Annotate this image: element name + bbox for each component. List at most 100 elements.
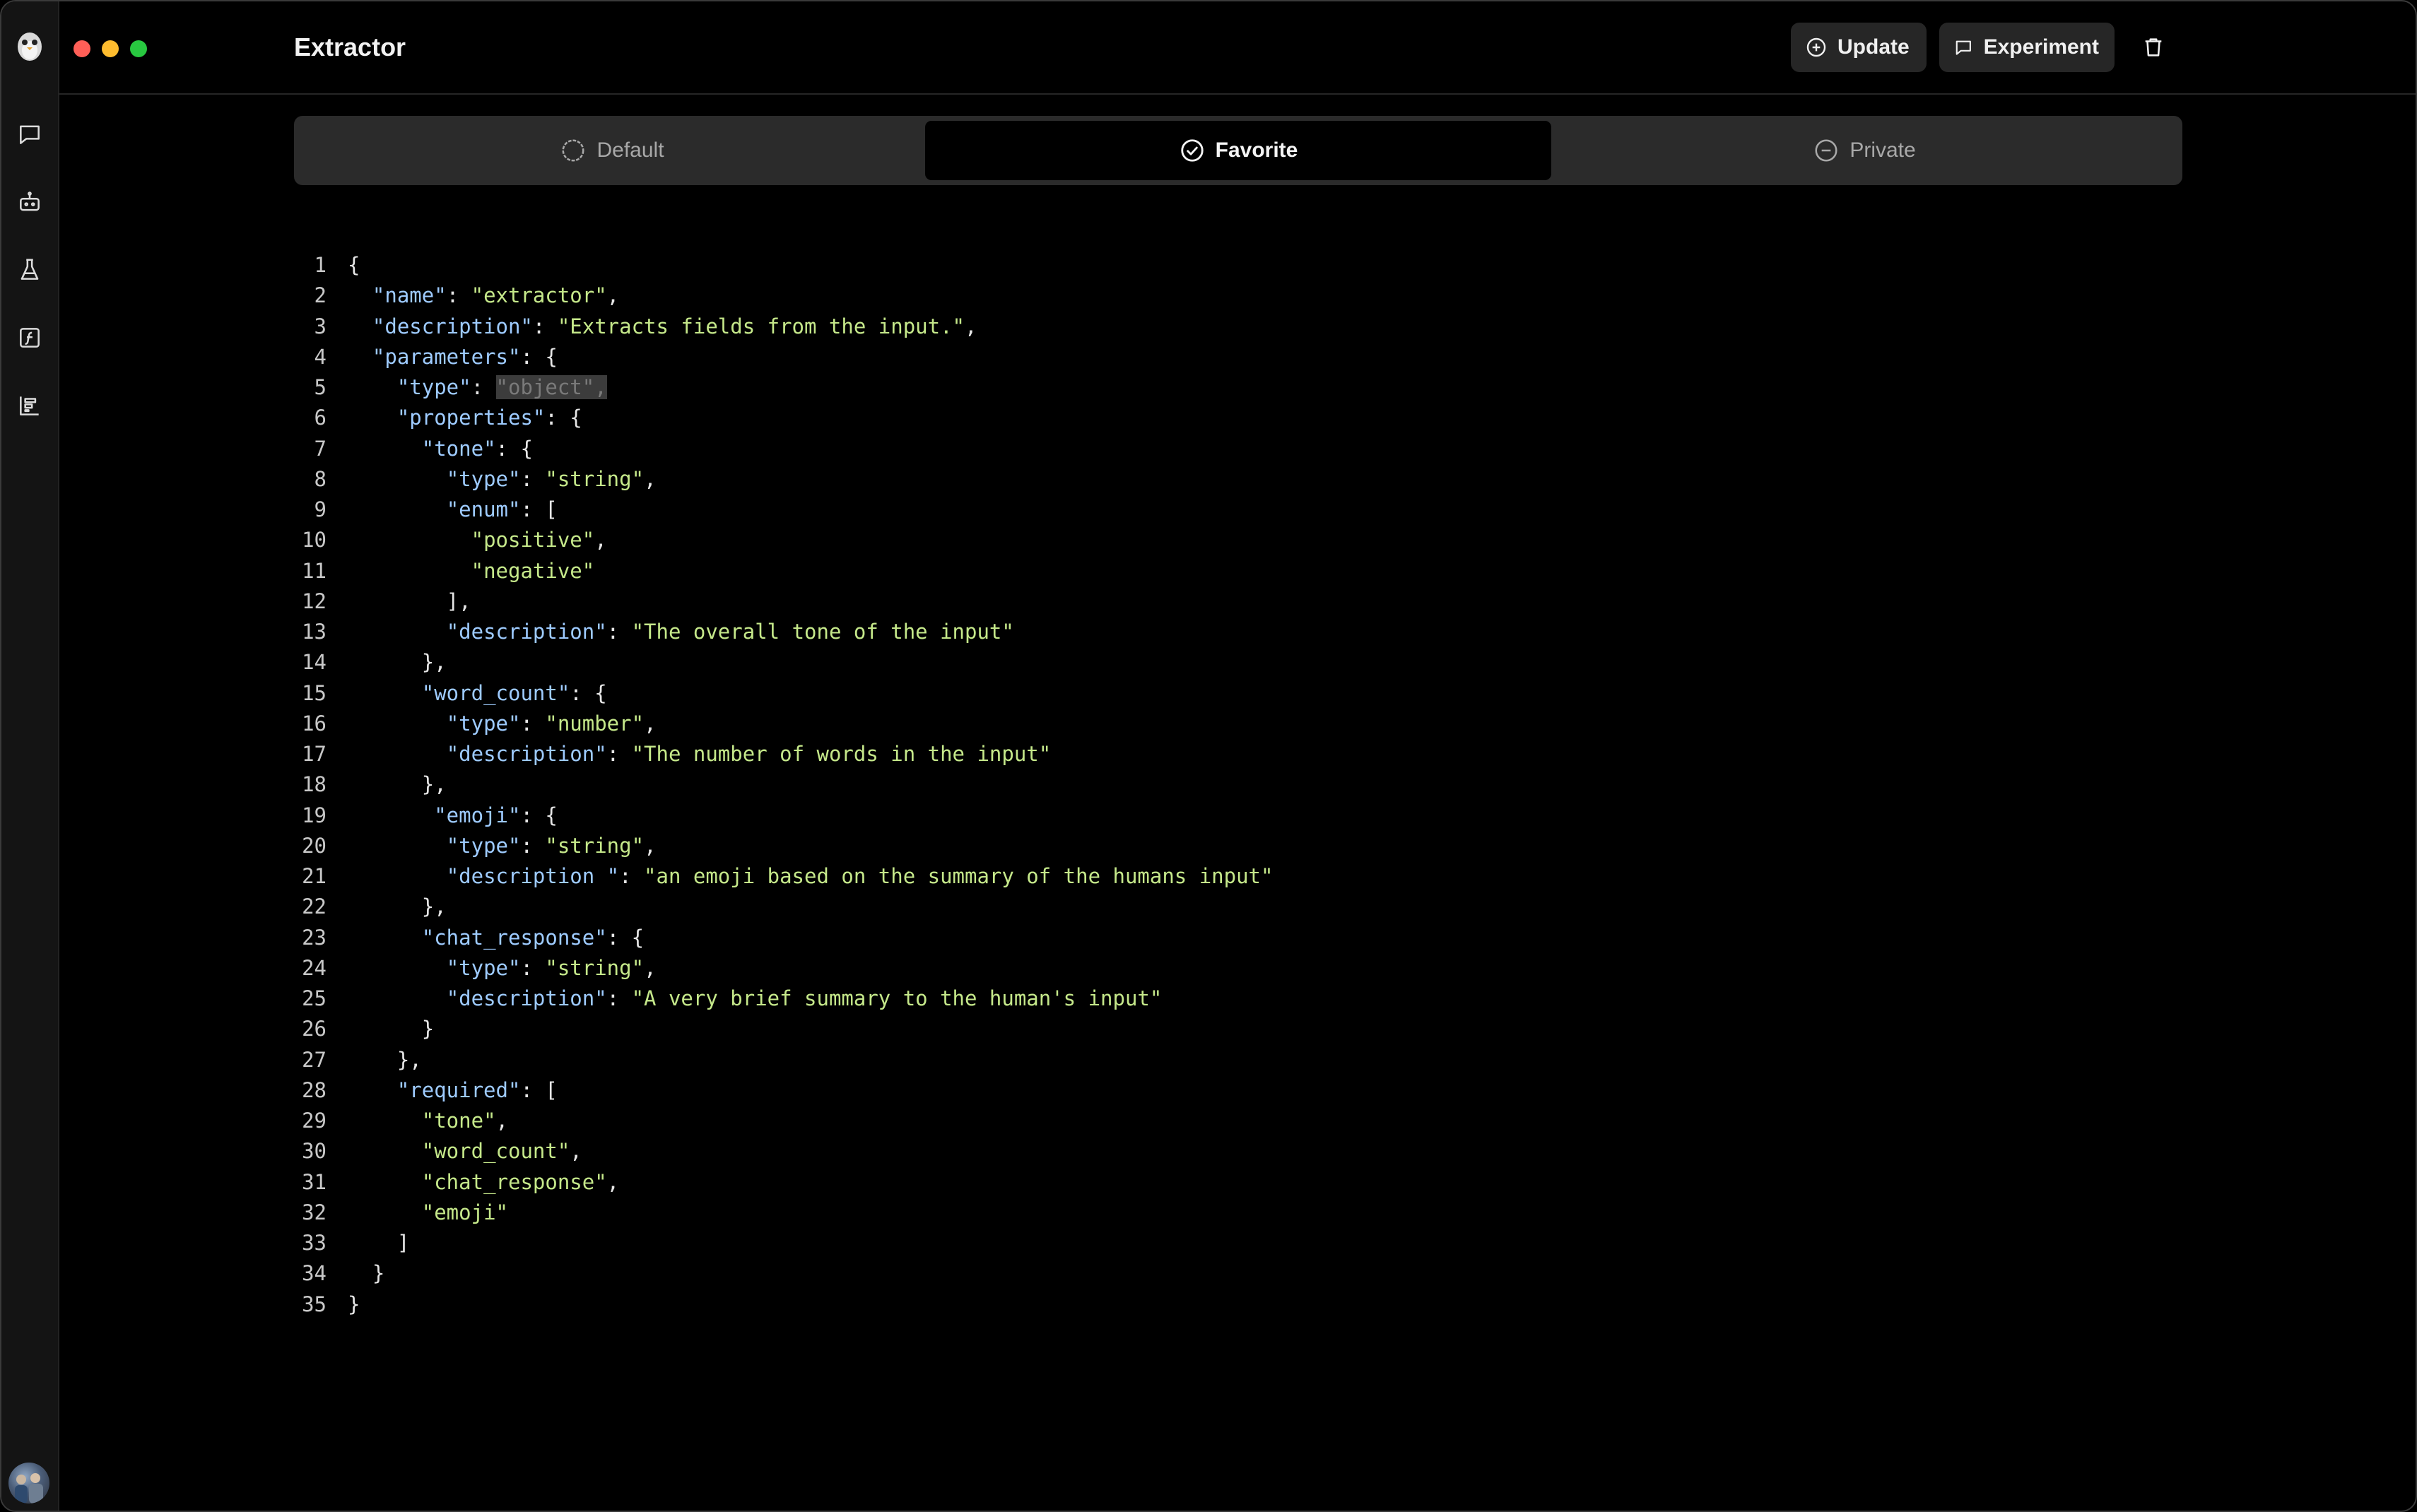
maximize-window-button[interactable]	[130, 40, 147, 57]
code-line[interactable]: 20 "type": "string",	[294, 831, 2182, 861]
code-line[interactable]: 17 "description": "The number of words i…	[294, 739, 2182, 769]
code-text: "description": "Extracts fields from the…	[372, 314, 977, 338]
code-line[interactable]: 6 "properties": {	[294, 403, 2182, 433]
code-text: "type": "object",	[396, 375, 607, 399]
code-text: "name": "extractor",	[372, 283, 620, 308]
code-line[interactable]: 10 "positive",	[294, 525, 2182, 555]
tab-private[interactable]: Private	[1551, 121, 2177, 180]
code-text: }	[348, 1017, 435, 1041]
code-line[interactable]: 35}	[294, 1289, 2182, 1320]
code-line[interactable]: 27 },	[294, 1045, 2182, 1075]
code-line[interactable]: 3 "description": "Extracts fields from t…	[294, 312, 2182, 342]
line-number: 20	[302, 833, 327, 858]
code-editor[interactable]: 1{2 "name": "extractor", 3 "description":…	[294, 250, 2182, 1338]
tab-favorite[interactable]: Favorite	[925, 121, 1551, 180]
code-text: "type": "string",	[446, 833, 657, 858]
code-text: "tone",	[421, 1109, 508, 1133]
code-line[interactable]: 18 },	[294, 769, 2182, 800]
code-line[interactable]: 13 "description": "The overall tone of t…	[294, 617, 2182, 647]
line-number: 1	[314, 253, 327, 277]
code-text: "chat_response",	[421, 1169, 620, 1194]
code-line[interactable]: 16 "type": "number",	[294, 709, 2182, 739]
line-number: 7	[314, 436, 327, 461]
code-line[interactable]: 25 "description": "A very brief summary …	[294, 984, 2182, 1014]
sidebar-item-experiments[interactable]	[14, 254, 45, 285]
visibility-tabs: Default Favorite Private	[294, 116, 2182, 185]
line-number: 4	[314, 344, 327, 369]
line-number: 22	[302, 894, 327, 919]
code-line[interactable]: 1{	[294, 250, 2182, 280]
close-window-button[interactable]	[73, 40, 90, 57]
code-line[interactable]: 32 "emoji"	[294, 1198, 2182, 1228]
code-line[interactable]: 12 ],	[294, 586, 2182, 617]
code-text: "enum": [	[446, 497, 558, 521]
code-text: "description": "The number of words in t…	[446, 742, 1052, 766]
line-number: 28	[302, 1077, 327, 1102]
experiment-button[interactable]: Experiment	[1939, 23, 2115, 72]
code-line[interactable]: 5 "type": "object",	[294, 372, 2182, 403]
line-number: 29	[302, 1109, 327, 1133]
line-number: 15	[302, 680, 327, 705]
line-number: 17	[302, 742, 327, 766]
code-line[interactable]: 15 "word_count": {	[294, 678, 2182, 709]
code-text: ],	[348, 589, 471, 613]
code-text: "word_count",	[421, 1139, 582, 1164]
code-line[interactable]: 30 "word_count",	[294, 1136, 2182, 1167]
sidebar-item-agents[interactable]	[14, 187, 45, 218]
minimize-window-button[interactable]	[102, 40, 119, 57]
code-line[interactable]: 22 },	[294, 892, 2182, 922]
line-number: 14	[302, 650, 327, 675]
code-text: },	[348, 650, 447, 675]
code-line[interactable]: 19 "emoji": {	[294, 801, 2182, 831]
sidebar	[1, 1, 59, 1511]
line-number: 10	[302, 528, 327, 553]
code-text: "emoji": {	[434, 803, 558, 827]
line-number: 9	[314, 497, 327, 521]
line-number: 2	[314, 283, 327, 308]
delete-button[interactable]	[2139, 33, 2168, 62]
code-text: "emoji"	[421, 1200, 508, 1224]
line-number: 18	[302, 772, 327, 797]
code-text: "description": "The overall tone of the …	[446, 620, 1014, 644]
code-line[interactable]: 9 "enum": [	[294, 495, 2182, 525]
sidebar-item-chat[interactable]	[14, 119, 45, 150]
code-line[interactable]: 2 "name": "extractor",	[294, 280, 2182, 311]
code-line[interactable]: 28 "required": [	[294, 1075, 2182, 1106]
code-text: "description": "A very brief summary to …	[446, 986, 1163, 1010]
code-text: "word_count": {	[421, 680, 607, 705]
code-line[interactable]: 8 "type": "string",	[294, 464, 2182, 495]
code-line[interactable]: 14 },	[294, 647, 2182, 678]
line-number: 3	[314, 314, 327, 338]
code-line[interactable]: 29 "tone",	[294, 1106, 2182, 1136]
tab-default-label: Default	[596, 138, 664, 162]
check-circle-icon	[1180, 139, 1204, 162]
code-text: "type": "string",	[446, 955, 657, 980]
code-line[interactable]: 4 "parameters": {	[294, 342, 2182, 372]
avatar[interactable]	[8, 1463, 49, 1504]
line-number: 8	[314, 466, 327, 491]
code-line[interactable]: 33 ]	[294, 1228, 2182, 1258]
line-number: 30	[302, 1139, 327, 1164]
line-number: 21	[302, 864, 327, 888]
line-number: 24	[302, 955, 327, 980]
tab-default[interactable]: Default	[299, 121, 925, 180]
line-number: 33	[302, 1231, 327, 1255]
code-line[interactable]: 11 "negative"	[294, 556, 2182, 586]
code-line[interactable]: 24 "type": "string",	[294, 953, 2182, 984]
code-text: "required": [	[396, 1077, 558, 1102]
code-line[interactable]: 23 "chat_response": {	[294, 923, 2182, 953]
sidebar-item-reports[interactable]	[14, 390, 45, 421]
line-number: 16	[302, 711, 327, 736]
code-line[interactable]: 7 "tone": {	[294, 434, 2182, 464]
code-text: "type": "number",	[446, 711, 657, 736]
code-text: }	[348, 1292, 360, 1316]
code-line[interactable]: 21 "description ": "an emoji based on th…	[294, 861, 2182, 892]
line-number: 32	[302, 1200, 327, 1224]
code-text: },	[348, 1047, 422, 1072]
sidebar-item-functions[interactable]	[14, 322, 45, 353]
code-text: "chat_response": {	[421, 925, 645, 950]
update-button[interactable]: Update	[1791, 23, 1927, 72]
code-line[interactable]: 31 "chat_response",	[294, 1167, 2182, 1198]
code-line[interactable]: 26 }	[294, 1014, 2182, 1044]
code-line[interactable]: 34 }	[294, 1258, 2182, 1289]
